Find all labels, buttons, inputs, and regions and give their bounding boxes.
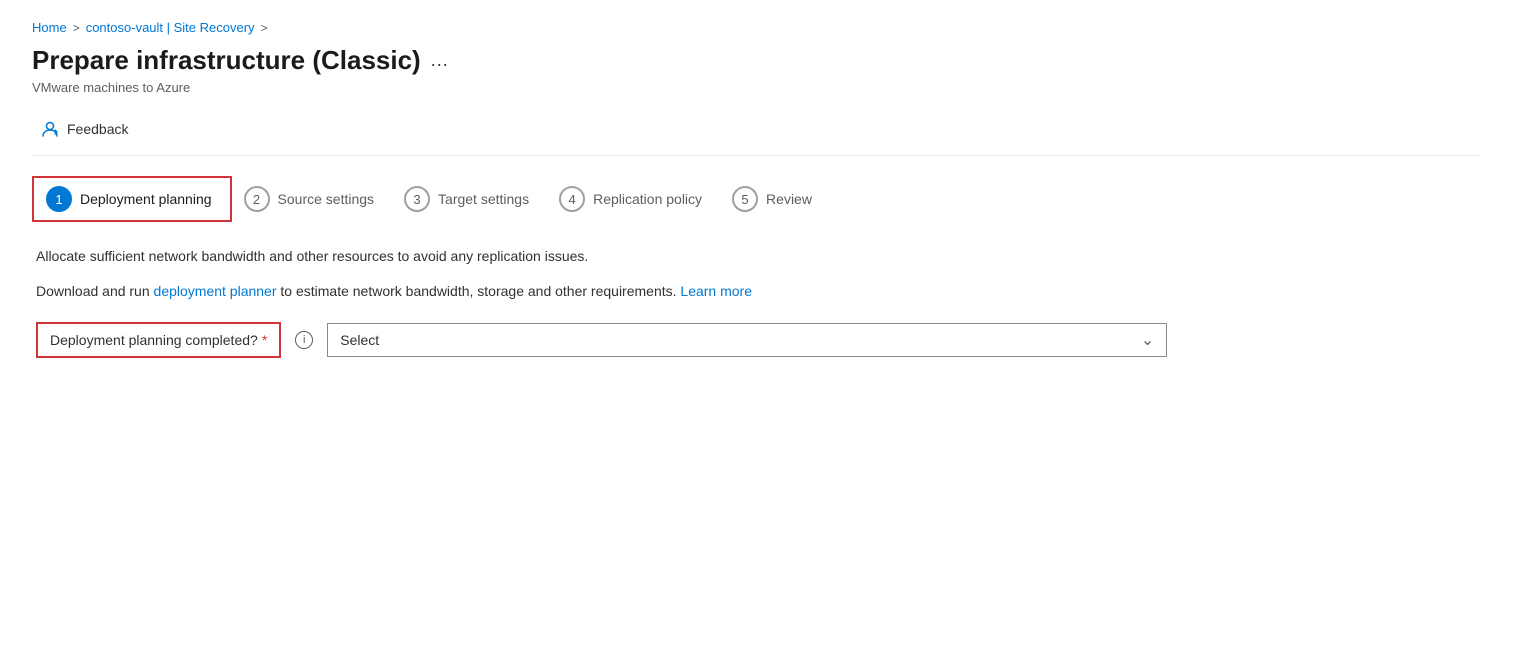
page-title: Prepare infrastructure (Classic) bbox=[32, 45, 421, 76]
breadcrumb: Home > contoso-vault | Site Recovery > bbox=[32, 20, 1481, 35]
breadcrumb-sep-2: > bbox=[261, 21, 268, 35]
description-2-middle: to estimate network bandwidth, storage a… bbox=[277, 283, 681, 299]
feedback-label: Feedback bbox=[67, 121, 128, 137]
deployment-planning-label-box: Deployment planning completed? * bbox=[36, 322, 281, 358]
step-1-label: Deployment planning bbox=[80, 191, 212, 207]
required-star: * bbox=[262, 332, 267, 348]
step-source-settings[interactable]: 2 Source settings bbox=[232, 178, 393, 220]
step-2-circle: 2 bbox=[244, 186, 270, 212]
page-container: Home > contoso-vault | Site Recovery > P… bbox=[0, 0, 1513, 378]
deployment-planner-link[interactable]: deployment planner bbox=[154, 283, 277, 299]
content-area: Allocate sufficient network bandwidth an… bbox=[32, 246, 1481, 358]
step-3-circle: 3 bbox=[404, 186, 430, 212]
feedback-button[interactable]: Feedback bbox=[32, 115, 136, 143]
learn-more-link[interactable]: Learn more bbox=[680, 283, 752, 299]
description-2: Download and run deployment planner to e… bbox=[36, 281, 1477, 302]
page-subtitle: VMware machines to Azure bbox=[32, 80, 1481, 95]
step-4-label: Replication policy bbox=[593, 191, 702, 207]
select-dropdown[interactable]: Select ⌄ bbox=[327, 323, 1167, 357]
description-1: Allocate sufficient network bandwidth an… bbox=[36, 246, 1477, 267]
step-5-circle: 5 bbox=[732, 186, 758, 212]
select-placeholder: Select bbox=[340, 332, 379, 348]
breadcrumb-vault[interactable]: contoso-vault | Site Recovery bbox=[86, 20, 255, 35]
step-5-label: Review bbox=[766, 191, 812, 207]
step-4-circle: 4 bbox=[559, 186, 585, 212]
step-2-label: Source settings bbox=[278, 191, 375, 207]
step-replication-policy[interactable]: 4 Replication policy bbox=[547, 178, 720, 220]
page-title-row: Prepare infrastructure (Classic) ... bbox=[32, 45, 1481, 76]
toolbar: Feedback bbox=[32, 109, 1481, 156]
deployment-planning-label: Deployment planning completed? bbox=[50, 332, 258, 348]
description-2-prefix: Download and run bbox=[36, 283, 154, 299]
step-3-label: Target settings bbox=[438, 191, 529, 207]
info-icon[interactable]: i bbox=[295, 331, 313, 349]
form-row: Deployment planning completed? * i Selec… bbox=[36, 322, 1477, 358]
step-deployment-planning[interactable]: 1 Deployment planning bbox=[32, 176, 232, 222]
breadcrumb-sep-1: > bbox=[73, 21, 80, 35]
breadcrumb-home[interactable]: Home bbox=[32, 20, 67, 35]
more-options-icon[interactable]: ... bbox=[431, 50, 449, 71]
feedback-icon bbox=[40, 119, 60, 139]
wizard-steps: 1 Deployment planning 2 Source settings … bbox=[32, 176, 1481, 222]
chevron-down-icon: ⌄ bbox=[1141, 330, 1154, 350]
step-target-settings[interactable]: 3 Target settings bbox=[392, 178, 547, 220]
step-review[interactable]: 5 Review bbox=[720, 178, 830, 220]
step-1-circle: 1 bbox=[46, 186, 72, 212]
